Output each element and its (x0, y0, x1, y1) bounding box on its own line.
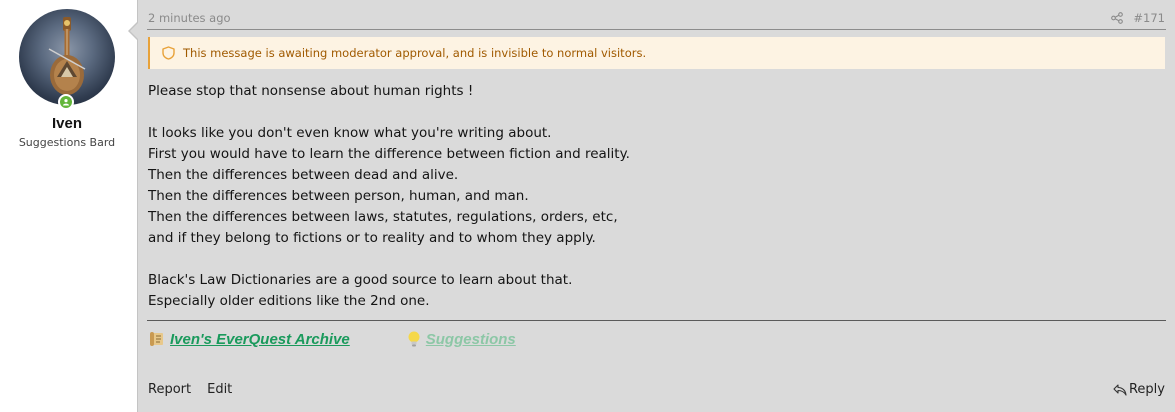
post-line: and if they belong to fictions or to rea… (148, 230, 596, 246)
avatar[interactable] (19, 9, 115, 105)
scroll-icon (148, 330, 166, 348)
shield-icon (162, 46, 175, 60)
post-actions: Report Edit (148, 382, 232, 397)
post-content: Please stop that nonsense about human ri… (148, 81, 630, 312)
share-icon[interactable] (1111, 12, 1124, 24)
moderation-notice: This message is awaiting moderator appro… (148, 37, 1165, 69)
reply-button[interactable]: Reply (1113, 382, 1165, 397)
user-title: Suggestions Bard (18, 136, 116, 149)
post-line: Black's Law Dictionaries are a good sour… (148, 272, 573, 288)
user-column: Iven Suggestions Bard (0, 0, 137, 412)
edit-button[interactable]: Edit (207, 382, 232, 397)
post-meta-actions: #171 (1111, 11, 1165, 25)
post-line: First you would have to learn the differ… (148, 146, 630, 162)
post-line: Please stop that nonsense about human ri… (148, 83, 474, 99)
post-line: Then the differences between dead and al… (148, 167, 459, 183)
post-timestamp[interactable]: 2 minutes ago (148, 11, 231, 25)
reply-icon (1113, 383, 1127, 396)
username[interactable]: Iven (0, 115, 134, 132)
signature-link-archive[interactable]: Iven's EverQuest Archive (170, 331, 350, 348)
online-status-indicator (58, 94, 74, 110)
header-divider (147, 29, 1166, 30)
post-line: Then the differences between person, hum… (148, 188, 529, 204)
reply-label: Reply (1128, 382, 1165, 397)
signature-divider (147, 320, 1166, 321)
post-line: Especially older editions like the 2nd o… (148, 293, 430, 309)
post-number[interactable]: #171 (1133, 11, 1165, 25)
moderation-notice-text: This message is awaiting moderator appro… (183, 46, 647, 60)
signature-link-suggestions[interactable]: Suggestions (426, 331, 516, 348)
report-button[interactable]: Report (148, 382, 191, 397)
signature: Iven's EverQuest Archive Suggestions (148, 330, 516, 348)
user-online-icon (63, 99, 69, 106)
post-line: It looks like you don't even know what y… (148, 125, 552, 141)
post-line: Then the differences between laws, statu… (148, 209, 618, 225)
lightbulb-icon (406, 330, 422, 348)
